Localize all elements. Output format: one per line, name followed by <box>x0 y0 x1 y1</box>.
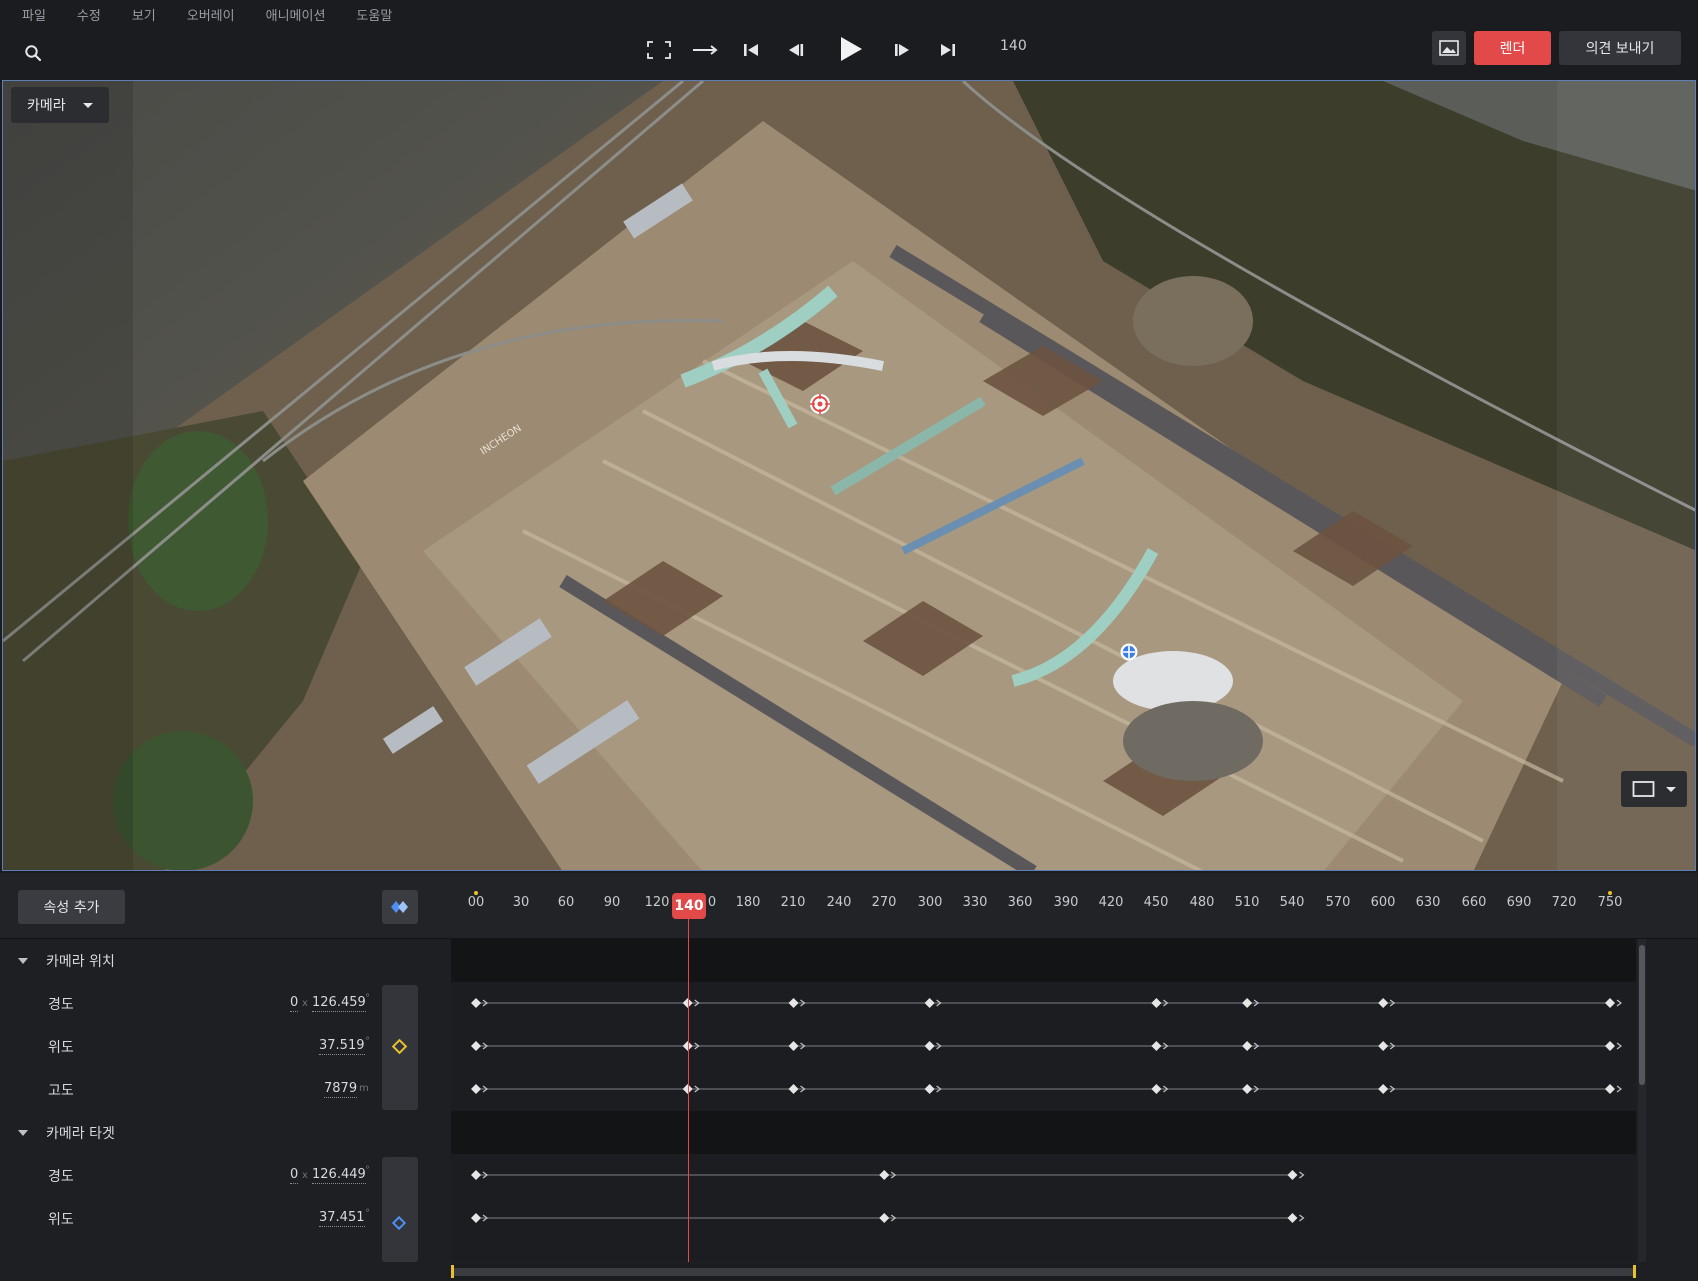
keyframe-marker[interactable] <box>1378 1041 1389 1051</box>
camera-dropdown-label: 카메라 <box>27 98 66 114</box>
keyframe-marker[interactable] <box>924 998 935 1008</box>
keyframe-marker[interactable] <box>1605 1084 1615 1094</box>
feedback-button[interactable]: 의견 보내기 <box>1559 31 1681 65</box>
keyframe-marker[interactable] <box>924 1041 935 1051</box>
menu-edit[interactable]: 수정 <box>77 5 101 24</box>
camera-position-marker-icon[interactable] <box>809 393 831 415</box>
tangent-handle <box>1616 1085 1622 1093</box>
keyframe-marker[interactable] <box>788 1041 799 1051</box>
vertical-scrollbar[interactable] <box>1638 939 1646 1262</box>
keyframe-marker[interactable] <box>471 1213 481 1223</box>
keyframe-marker[interactable] <box>1151 1084 1162 1094</box>
keyframe-marker[interactable] <box>879 1170 890 1180</box>
satellite-map: INCHEON <box>3 81 1695 870</box>
keyframe-marker[interactable] <box>1378 1084 1389 1094</box>
keyframe-marker[interactable] <box>1151 1041 1162 1051</box>
keyframe-marker[interactable] <box>1605 1041 1615 1051</box>
skip-end-icon[interactable] <box>935 36 961 64</box>
keyframe-marker[interactable] <box>1287 1170 1298 1180</box>
keyframe-marker[interactable] <box>1151 998 1162 1008</box>
keyframe-marker[interactable] <box>788 1084 799 1094</box>
menu-bar: 파일 수정 보기 오버레이 애니메이션 도움말 <box>0 0 1698 28</box>
menu-help[interactable]: 도움말 <box>356 5 392 24</box>
toolbar: 140 렌더 의견 보내기 <box>0 28 1698 79</box>
chevron-down-icon <box>1666 786 1676 792</box>
aspect-ratio-dropdown[interactable] <box>1621 771 1687 807</box>
keyframe-marker[interactable] <box>471 1041 481 1051</box>
keyframe-marker[interactable] <box>1242 1084 1253 1094</box>
skip-start-icon[interactable] <box>738 36 764 64</box>
horizontal-scrollbar[interactable] <box>451 1264 1636 1280</box>
image-icon <box>1439 40 1459 56</box>
tangent-handle <box>1616 999 1622 1007</box>
keyframe-marker[interactable] <box>1242 1041 1253 1051</box>
keyframe-marker[interactable] <box>471 998 481 1008</box>
playhead-line <box>688 919 689 1262</box>
tangent-handle <box>1616 1042 1622 1050</box>
keyframe-marker[interactable] <box>788 998 799 1008</box>
current-frame-display: 140 <box>1000 38 1027 54</box>
menu-animation[interactable]: 애니메이션 <box>266 5 326 24</box>
keyframe-marker[interactable] <box>471 1084 481 1094</box>
keyframe-tracks[interactable] <box>0 873 1698 1281</box>
step-forward-icon[interactable] <box>889 36 915 64</box>
loop-arrow-icon[interactable] <box>690 36 720 64</box>
scrollbar-thumb[interactable] <box>453 1268 1634 1276</box>
camera-target-marker-icon[interactable] <box>1120 643 1138 661</box>
step-back-icon[interactable] <box>783 36 809 64</box>
scrollbar-thumb[interactable] <box>1639 945 1645 1085</box>
camera-dropdown[interactable]: 카메라 <box>11 87 109 123</box>
aspect-ratio-icon <box>1632 781 1655 797</box>
menu-view[interactable]: 보기 <box>132 5 156 24</box>
tangent-handle <box>1299 1214 1305 1222</box>
menu-overlay[interactable]: 오버레이 <box>187 5 235 24</box>
keyframe-marker[interactable] <box>1242 998 1253 1008</box>
keyframe-marker[interactable] <box>1605 998 1615 1008</box>
timeline-panel: 속성 추가 00 30 60 90 120 0 180 210 240 270 … <box>0 873 1698 1281</box>
tangent-handle <box>1299 1171 1305 1179</box>
map-viewport[interactable]: INCHEON 카메라 <box>2 80 1696 871</box>
keyframe-marker[interactable] <box>879 1213 890 1223</box>
menu-file[interactable]: 파일 <box>22 5 46 24</box>
keyframe-marker[interactable] <box>924 1084 935 1094</box>
keyframe-graph[interactable] <box>0 873 1698 1281</box>
keyframe-marker[interactable] <box>1287 1213 1298 1223</box>
chevron-down-icon <box>83 103 93 108</box>
keyframe-marker[interactable] <box>1378 998 1389 1008</box>
play-icon[interactable] <box>834 32 868 66</box>
snapshot-button[interactable] <box>1432 31 1466 65</box>
render-button[interactable]: 렌더 <box>1474 31 1551 65</box>
search-icon[interactable] <box>20 40 46 66</box>
keyframe-marker[interactable] <box>471 1170 481 1180</box>
fullscreen-icon[interactable] <box>645 36 673 64</box>
